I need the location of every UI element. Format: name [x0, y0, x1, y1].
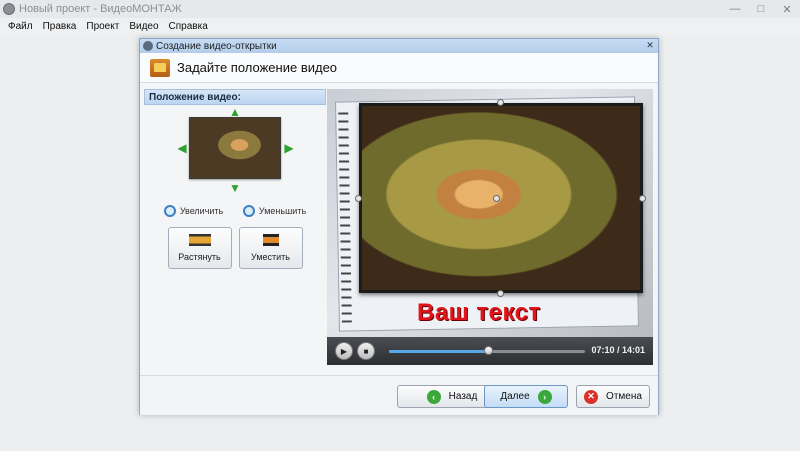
resize-handle-top[interactable]: [497, 99, 504, 106]
resize-handle-right[interactable]: [639, 195, 646, 202]
arrow-left-icon[interactable]: ◀: [176, 141, 188, 155]
stretch-icon: [188, 234, 211, 246]
menu-video[interactable]: Видео: [129, 21, 158, 32]
dialog-close-icon[interactable]: ✕: [644, 40, 656, 51]
fit-button[interactable]: Уместить: [238, 227, 303, 269]
arrow-right-icon[interactable]: ▶: [283, 141, 295, 155]
zoom-out-icon: [242, 205, 255, 217]
dialog-header: Задайте положение видео: [140, 53, 658, 83]
dialog-footer: ‹ Назад Далее › ✕ Отмена: [140, 375, 658, 415]
zoom-controls: Увеличить Уменьшить: [144, 205, 326, 217]
position-panel: Положение видео: ▲ ◀ ▶ ▼ Увеличить Умень…: [144, 89, 326, 279]
position-preview: ▲ ◀ ▶ ▼: [144, 105, 326, 201]
resize-handle-left[interactable]: [355, 195, 362, 202]
fit-icon: [262, 234, 279, 246]
minimize-icon[interactable]: —: [722, 0, 748, 18]
video-preview: Ваш текст ▶ ■ 07:10 / 14:01: [327, 89, 653, 365]
video-card-dialog: Создание видео-открытки ✕ Задайте положе…: [139, 38, 659, 415]
overlay-text[interactable]: Ваш текст: [417, 299, 541, 327]
maximize-icon[interactable]: □: [748, 0, 774, 18]
next-label: Далее: [500, 391, 530, 402]
step-title: Задайте положение видео: [177, 60, 338, 75]
window-controls: — □ ✕: [722, 0, 800, 18]
fit-controls: Растянуть Уместить: [144, 227, 326, 269]
video-thumbnail[interactable]: [189, 117, 281, 179]
app-logo-icon: [3, 3, 15, 15]
player-controls: ▶ ■ 07:10 / 14:01: [327, 337, 653, 365]
timecode: 07:10 / 14:01: [591, 345, 645, 355]
close-icon[interactable]: ✕: [774, 0, 800, 18]
zoom-in-icon: [163, 205, 176, 217]
position-section-title: Положение видео:: [144, 89, 326, 105]
next-button[interactable]: Далее ›: [484, 385, 568, 408]
dialog-title: Создание видео-открытки: [156, 40, 277, 52]
menu-project[interactable]: Проект: [86, 21, 119, 32]
zoom-in-button[interactable]: Увеличить: [163, 205, 224, 217]
back-label: Назад: [448, 391, 478, 402]
play-icon[interactable]: ▶: [335, 342, 353, 360]
menu-file[interactable]: Файл: [8, 21, 33, 32]
dialog-titlebar: Создание видео-открытки ✕: [140, 39, 658, 53]
back-arrow-icon: ‹: [426, 389, 441, 404]
seek-bar[interactable]: [389, 346, 585, 355]
video-clip-frame[interactable]: [359, 103, 643, 293]
notebook-spiral: [338, 112, 352, 323]
stop-icon[interactable]: ■: [357, 342, 375, 360]
center-handle[interactable]: [493, 195, 500, 202]
menubar: Файл Правка Проект Видео Справка: [0, 18, 800, 34]
stretch-label: Растянуть: [178, 252, 221, 262]
cancel-button[interactable]: ✕ Отмена: [576, 385, 650, 408]
next-arrow-icon: ›: [537, 389, 552, 404]
zoom-out-button[interactable]: Уменьшить: [242, 205, 307, 217]
video-canvas[interactable]: Ваш текст: [327, 89, 653, 337]
arrow-down-icon[interactable]: ▼: [229, 181, 241, 195]
fit-label: Уместить: [251, 252, 290, 262]
cancel-icon: ✕: [584, 389, 599, 404]
menu-help[interactable]: Справка: [169, 21, 208, 32]
stretch-button[interactable]: Растянуть: [167, 227, 232, 269]
app-titlebar: Новый проект - ВидеоМОНТАЖ — □ ✕: [0, 0, 800, 18]
zoom-in-label: Увеличить: [179, 206, 224, 216]
resize-handle-bottom[interactable]: [497, 290, 504, 297]
menu-edit[interactable]: Правка: [43, 21, 77, 32]
zoom-out-label: Уменьшить: [258, 206, 307, 216]
film-icon: [150, 58, 170, 77]
dialog-app-icon: [143, 41, 153, 51]
seek-thumb[interactable]: [483, 346, 493, 355]
cancel-label: Отмена: [606, 391, 642, 402]
seek-progress: [389, 350, 489, 353]
app-title: Новый проект - ВидеоМОНТАЖ: [19, 3, 182, 15]
